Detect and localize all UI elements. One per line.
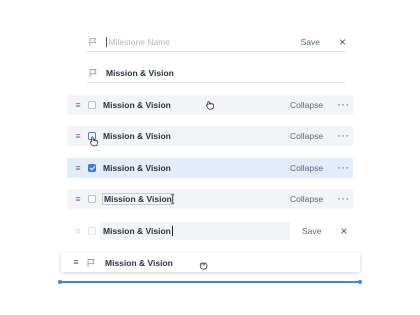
save-button[interactable]: Save [301, 37, 320, 47]
more-icon[interactable]: ··· [337, 194, 350, 205]
drag-handle-icon[interactable]: ≡ [71, 258, 81, 267]
drag-handle-icon[interactable]: ≡ [73, 131, 83, 141]
new-milestone-row: Milestone Name Save × [86, 32, 346, 52]
milestone-name-input[interactable]: Mission & Vision [100, 222, 290, 240]
drop-indicator [60, 281, 360, 283]
flag-icon [89, 68, 97, 77]
drag-handle-icon[interactable]: ≡ [73, 100, 83, 110]
save-button[interactable]: Save [302, 226, 321, 236]
grab-cursor-icon [199, 262, 208, 270]
checkbox-icon[interactable] [88, 164, 96, 172]
milestone-row-static[interactable]: Mission & Vision [86, 63, 346, 83]
milestone-title: Mission & Vision [103, 131, 171, 141]
milestone-title: Mission & Vision [103, 163, 171, 173]
collapse-button[interactable]: Collapse [290, 131, 323, 141]
milestone-title[interactable]: Mission & Vision [102, 193, 174, 205]
drag-handle-icon[interactable]: ≡ [73, 194, 83, 204]
milestone-input-value: Mission & Vision [103, 226, 171, 236]
drag-handle-icon: ≡ [75, 225, 81, 236]
milestone-row[interactable]: ≡ Mission & Vision Collapse ··· [67, 126, 353, 146]
flag-icon [89, 37, 97, 46]
milestone-title: Mission & Vision [105, 257, 173, 268]
milestone-edit-row: ≡ Mission & Vision Save × [67, 221, 353, 241]
milestone-title-wrapper: Mission & Vision [102, 193, 290, 205]
collapse-button[interactable]: Collapse [290, 100, 323, 110]
text-caret [171, 226, 173, 236]
collapse-button[interactable]: Collapse [290, 194, 323, 204]
text-caret [105, 36, 107, 47]
more-icon[interactable]: ··· [337, 100, 350, 111]
milestone-name-input[interactable]: Milestone Name [109, 37, 282, 47]
checkbox-icon [88, 227, 96, 235]
flag-icon [87, 258, 95, 267]
close-icon[interactable]: × [339, 35, 346, 49]
milestone-row-selected[interactable]: ≡ Mission & Vision Collapse ··· [67, 158, 353, 178]
more-icon[interactable]: ··· [337, 163, 350, 174]
checkbox-icon[interactable] [88, 101, 96, 109]
collapse-button[interactable]: Collapse [290, 163, 323, 173]
checkbox-icon[interactable] [88, 195, 96, 203]
drag-handle-icon[interactable]: ≡ [73, 163, 83, 173]
close-icon[interactable]: × [340, 224, 347, 238]
drop-indicator-end [358, 280, 362, 284]
more-icon[interactable]: ··· [337, 131, 350, 142]
milestone-row-dragging[interactable]: ≡ Mission & Vision [61, 253, 360, 272]
milestone-title: Mission & Vision [103, 100, 171, 110]
hand-cursor-icon [90, 136, 98, 147]
milestone-row[interactable]: ≡ Mission & Vision Collapse ··· [67, 189, 353, 209]
hand-cursor-icon [206, 101, 214, 110]
drop-indicator-start [58, 280, 62, 284]
milestone-title: Mission & Vision [106, 67, 174, 78]
text-cursor-icon [170, 194, 175, 204]
